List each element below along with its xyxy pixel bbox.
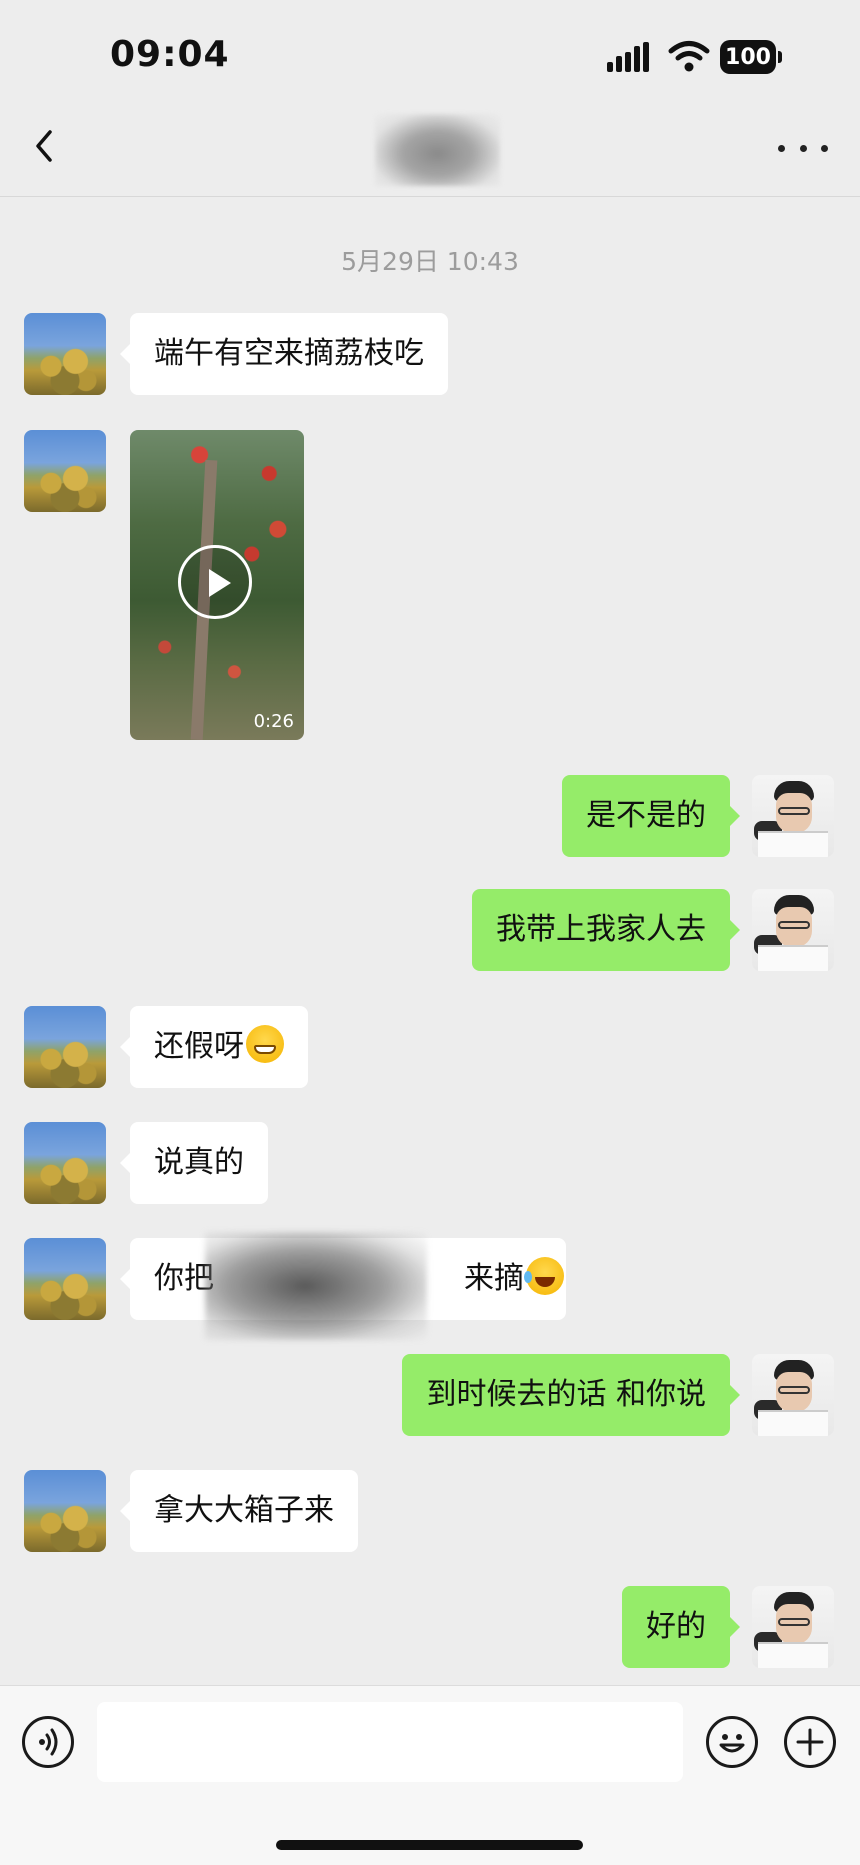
my-avatar[interactable]: [752, 1354, 834, 1436]
more-icon[interactable]: [778, 128, 828, 168]
message-bubble[interactable]: 好的: [622, 1586, 740, 1668]
emoji-icon[interactable]: [706, 1716, 758, 1768]
friend-avatar[interactable]: [24, 1006, 106, 1088]
signal-icon: [607, 42, 649, 72]
status-bar: 09:04 100: [0, 0, 860, 96]
home-indicator: [276, 1840, 583, 1850]
message-bubble[interactable]: 我带上我家人去: [472, 889, 740, 971]
grin-emoji-icon: [246, 1025, 284, 1063]
message-bubble[interactable]: 拿大大箱子来: [120, 1470, 358, 1552]
laughing-tears-emoji-icon: [524, 1257, 564, 1295]
message-text: 端午有空来摘荔枝吃: [154, 336, 424, 371]
battery-level: 100: [720, 40, 776, 74]
chat-header: [0, 96, 860, 197]
message-text-suffix: 来摘: [464, 1261, 524, 1296]
message-bubble[interactable]: 还假呀: [120, 1006, 308, 1088]
video-duration: 0:26: [253, 711, 294, 732]
message-input[interactable]: [97, 1702, 683, 1782]
message-bubble[interactable]: 说真的: [120, 1122, 268, 1204]
back-icon[interactable]: [26, 126, 66, 166]
plus-icon[interactable]: [784, 1716, 836, 1768]
play-icon[interactable]: [178, 545, 252, 619]
my-avatar[interactable]: [752, 889, 834, 971]
input-bar: [0, 1685, 860, 1865]
contact-name-redacted: [375, 114, 500, 186]
message-bubble[interactable]: 是不是的: [562, 775, 740, 857]
message-bubble[interactable]: 端午有空来摘荔枝吃: [120, 313, 448, 395]
message-text: 我带上我家人去: [496, 912, 706, 947]
friend-avatar[interactable]: [24, 1470, 106, 1552]
message-text: 拿大大箱子来: [154, 1493, 334, 1528]
voice-icon[interactable]: [22, 1716, 74, 1768]
message-timestamp: 5月29日 10:43: [341, 247, 519, 276]
video-message[interactable]: 0:26: [130, 430, 304, 740]
message-text: 到时候去的话 和你说: [426, 1377, 706, 1412]
battery-icon: 100: [720, 40, 784, 74]
wifi-icon: [668, 41, 710, 72]
my-avatar[interactable]: [752, 1586, 834, 1668]
my-avatar[interactable]: [752, 775, 834, 857]
message-bubble[interactable]: 到时候去的话 和你说: [402, 1354, 740, 1436]
status-time: 09:04: [110, 34, 230, 75]
message-text: 是不是的: [586, 798, 706, 833]
message-text: 说真的: [154, 1145, 244, 1180]
friend-avatar[interactable]: [24, 1238, 106, 1320]
friend-avatar[interactable]: [24, 313, 106, 395]
message-text: 好的: [646, 1609, 706, 1644]
message-text: 还假呀: [154, 1029, 244, 1064]
redacted-text-scribble: [205, 1232, 427, 1340]
friend-avatar[interactable]: [24, 1122, 106, 1204]
friend-avatar[interactable]: [24, 430, 106, 512]
